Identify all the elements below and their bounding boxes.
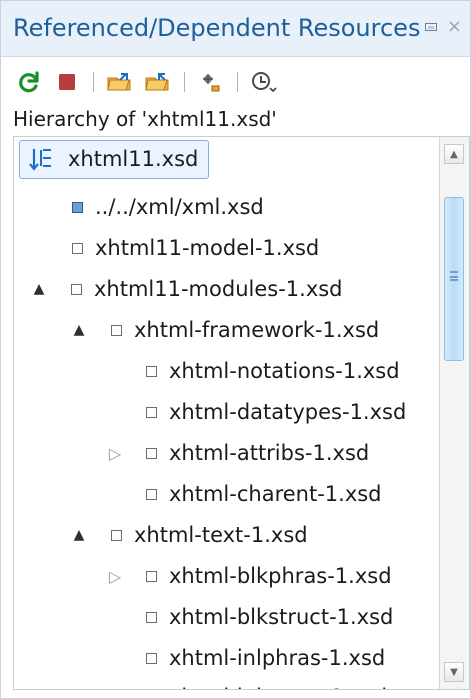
- tree-row-label: xhtml-blkphras-1.xsd: [169, 564, 392, 588]
- tree-row-xhtml-inlstruct[interactable]: xhtml-inlstruct-1.xsd: [146, 678, 387, 689]
- blue-square-icon: [72, 202, 83, 213]
- tree-row-xhtml-inlphras[interactable]: xhtml-inlphras-1.xsd: [146, 639, 385, 678]
- tree-row-label: xhtml11-model-1.xsd: [95, 236, 320, 260]
- tree-root-item[interactable]: xhtml11.xsd: [19, 140, 210, 179]
- configure-button[interactable]: [195, 66, 227, 98]
- tree-row-label: xhtml-text-1.xsd: [134, 523, 308, 547]
- toolbar-separator: [237, 72, 238, 92]
- show-dependents-button[interactable]: [142, 66, 174, 98]
- show-references-button[interactable]: [104, 66, 136, 98]
- expand-icon[interactable]: ▲: [29, 270, 49, 309]
- file-square-icon: [146, 366, 157, 377]
- stop-icon: [59, 74, 75, 90]
- expand-icon[interactable]: ▷: [105, 434, 125, 473]
- file-square-icon: [146, 612, 157, 623]
- file-square-icon: [146, 407, 157, 418]
- file-square-icon: [72, 243, 83, 254]
- file-square-icon: [146, 653, 157, 664]
- scroll-grip-icon: [450, 271, 458, 281]
- tree-row-xhtml-charent[interactable]: xhtml-charent-1.xsd: [146, 475, 382, 514]
- file-square-icon: [111, 530, 122, 541]
- expand-icon[interactable]: ▲: [69, 311, 89, 350]
- file-square-icon: [146, 571, 157, 582]
- history-icon: [252, 72, 277, 93]
- tree-row-label: xhtml-charent-1.xsd: [169, 482, 382, 506]
- expand-icon[interactable]: ▲: [69, 516, 89, 555]
- tree-row-label: ../../xml/xml.xsd: [95, 195, 264, 219]
- tree-row-xhtml-blkphras[interactable]: ▷ xhtml-blkphras-1.xsd: [105, 557, 392, 596]
- toolbar-separator: [184, 72, 185, 92]
- tree-row-label: xhtml-inlphras-1.xsd: [169, 646, 386, 670]
- tree-row-label: xhtml-notations-1.xsd: [169, 359, 400, 383]
- tree-row-xhtml-notations[interactable]: xhtml-notations-1.xsd: [146, 352, 400, 391]
- tree-row-xml-xsd[interactable]: ../../xml/xml.xsd: [72, 188, 264, 227]
- restore-icon[interactable]: [424, 23, 437, 31]
- tree-row-label: xhtml-inlstruct-1.xsd: [169, 678, 387, 689]
- tree-row-label: xhtml-datatypes-1.xsd: [169, 400, 407, 424]
- panel-titlebar: Referenced/Dependent Resources ×: [1, 1, 470, 57]
- tree-root-label: xhtml11.xsd: [68, 147, 199, 171]
- close-icon[interactable]: ×: [447, 18, 462, 36]
- scroll-up-button[interactable]: ▲: [444, 144, 464, 164]
- stop-button[interactable]: [51, 66, 83, 98]
- file-square-icon: [71, 284, 82, 295]
- tree-row-label: xhtml11-modules-1.xsd: [94, 277, 343, 301]
- tree-row-xhtml-attribs[interactable]: ▷ xhtml-attribs-1.xsd: [105, 434, 369, 473]
- panel-title-controls: ×: [424, 15, 462, 39]
- settings-icon: [203, 74, 220, 92]
- open-folder-icon: [107, 73, 131, 91]
- tree-row-label: xhtml-framework-1.xsd: [134, 318, 380, 342]
- hierarchy-root-icon: [28, 146, 56, 174]
- resource-tree[interactable]: xhtml11.xsd ../../xml/xml.xsd xhtml11-mo…: [13, 136, 470, 690]
- open-folder-arrow-icon: [145, 73, 169, 91]
- tree-content: xhtml11.xsd ../../xml/xml.xsd xhtml11-mo…: [14, 137, 439, 689]
- toolbar: [13, 63, 286, 101]
- expand-icon[interactable]: ▷: [105, 557, 125, 596]
- history-button[interactable]: [248, 66, 280, 98]
- refresh-button[interactable]: [13, 66, 45, 98]
- scroll-thumb[interactable]: [444, 197, 464, 361]
- tree-row-xhtml-datatypes[interactable]: xhtml-datatypes-1.xsd: [146, 393, 406, 432]
- hierarchy-label: Hierarchy of 'xhtml11.xsd': [13, 107, 277, 131]
- tree-row-label: xhtml-attribs-1.xsd: [169, 441, 370, 465]
- tree-row-xhtml-blkstruct[interactable]: xhtml-blkstruct-1.xsd: [146, 598, 393, 637]
- toolbar-separator: [93, 72, 94, 92]
- file-square-icon: [146, 448, 157, 459]
- file-square-icon: [146, 489, 157, 500]
- panel-title: Referenced/Dependent Resources: [13, 14, 421, 42]
- tree-row-label: xhtml-blkstruct-1.xsd: [169, 605, 394, 629]
- tree-row-xhtml-framework[interactable]: ▲ xhtml-framework-1.xsd: [69, 311, 380, 350]
- referenced-dependent-resources-panel: Referenced/Dependent Resources × Hierarc…: [0, 0, 471, 699]
- tree-row-xhtml11-modules[interactable]: ▲ xhtml11-modules-1.xsd: [29, 270, 343, 309]
- tree-row-xhtml11-model[interactable]: xhtml11-model-1.xsd: [72, 229, 319, 268]
- tree-row-xhtml-text[interactable]: ▲ xhtml-text-1.xsd: [69, 516, 308, 555]
- scroll-down-button[interactable]: ▼: [444, 662, 464, 682]
- file-square-icon: [111, 325, 122, 336]
- vertical-scrollbar[interactable]: ▲ ▼: [439, 137, 469, 689]
- refresh-icon: [19, 71, 39, 93]
